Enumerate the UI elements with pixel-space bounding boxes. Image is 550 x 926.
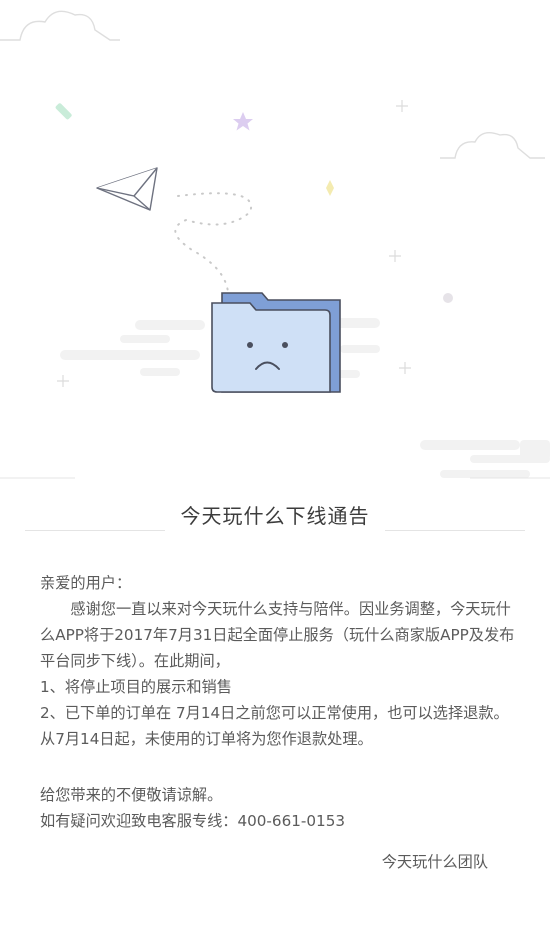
sparkle-icon — [326, 180, 334, 196]
notice-title: 今天玩什么下线通告 — [180, 504, 370, 528]
list-item: 1、将停止项目的展示和销售 — [40, 678, 232, 696]
divider — [25, 530, 165, 531]
notice-body: 亲爱的用户： 感谢您一直以来对今天玩什么支持与陪伴。因业务调整，今天玩什么APP… — [40, 570, 518, 834]
greeting: 亲爱的用户： — [40, 574, 132, 592]
signature: 今天玩什么团队 — [381, 853, 488, 871]
flight-path — [174, 192, 253, 293]
apology-text: 给您带来的不便敬请谅解。 — [40, 786, 223, 804]
star-icon — [233, 112, 253, 131]
cloud-icon — [0, 10, 120, 41]
list-item: 2、已下单的订单在 7月14日之前您可以正常使用，也可以选择退款。从7月14日起… — [40, 704, 509, 748]
sad-folder-icon — [211, 292, 341, 393]
paragraph: 感谢您一直以来对今天玩什么支持与陪伴。因业务调整，今天玩什么APP将于2017年… — [40, 600, 515, 670]
dot-icon — [443, 293, 453, 303]
hotline-text: 如有疑问欢迎致电客服专线：400-661-0153 — [40, 812, 346, 830]
paper-plane-icon — [96, 167, 158, 211]
divider — [385, 530, 525, 531]
cloud-icon — [440, 132, 545, 159]
notice-illustration — [0, 10, 550, 479]
sparkle-icon — [55, 103, 72, 120]
